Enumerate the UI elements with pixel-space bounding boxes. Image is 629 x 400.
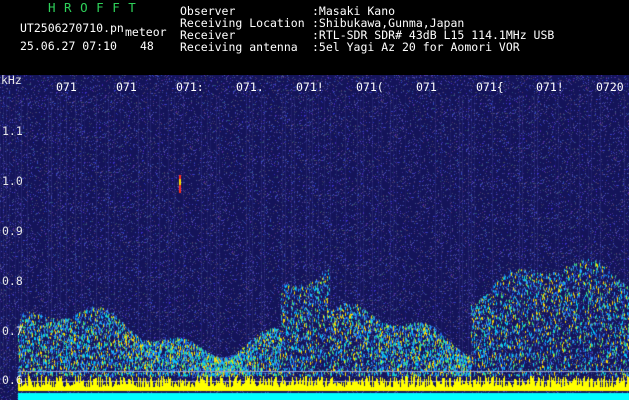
time-label: 071.	[236, 80, 264, 94]
meteor-label: meteor	[125, 25, 167, 39]
freq-tick-label: 0.8	[2, 274, 23, 288]
time-label: 071!	[536, 80, 564, 94]
freq-tick-label: 0.9	[2, 224, 23, 238]
spectrogram-canvas	[0, 75, 629, 400]
freq-tick-label: 0.6	[2, 373, 23, 387]
time-label: 071:	[176, 80, 204, 94]
freq-tick-label: 0.7	[2, 324, 23, 338]
header-panel: H R O F F T UT2506270710.pn meteor 25.06…	[0, 0, 629, 75]
freq-tick-label: 1.0	[2, 174, 23, 188]
antenna-label: Receiving antenna	[180, 40, 298, 54]
time-label: 071{	[476, 80, 504, 94]
spectrogram-panel: kHz 071 071 071: 071. 071! 071( 071 071{…	[0, 75, 629, 400]
time-label: 0720	[596, 80, 624, 94]
time-label: 071	[116, 80, 137, 94]
antenna-value: :5el Yagi Az 20 for Aomori VOR	[312, 40, 520, 54]
time-label: 071(	[356, 80, 384, 94]
meteor-count: 48	[140, 39, 154, 53]
time-label: 071	[56, 80, 77, 94]
time-label: 071!	[296, 80, 324, 94]
file-name: UT2506270710.pn	[20, 21, 124, 35]
app-title: H R O F F T	[48, 0, 137, 15]
unit-label: kHz	[1, 75, 22, 87]
timestamp: 25.06.27 07:10	[20, 39, 117, 53]
freq-tick-label: 1.1	[2, 124, 23, 138]
time-label: 071	[416, 80, 437, 94]
